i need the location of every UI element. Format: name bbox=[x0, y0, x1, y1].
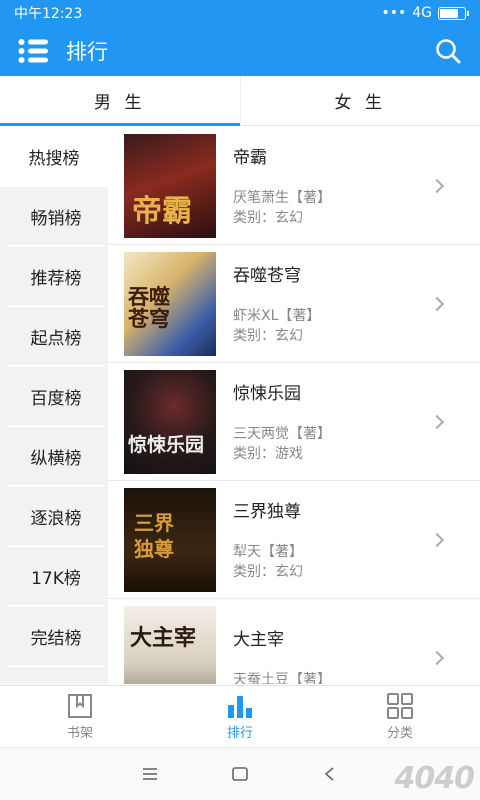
book-title: 帝霸 bbox=[233, 148, 267, 168]
tab-male[interactable]: 男 生 bbox=[0, 76, 240, 126]
cover-title: 三界独尊 bbox=[134, 510, 174, 561]
watermark-logo: 4040 bbox=[394, 761, 475, 796]
recents-button[interactable] bbox=[105, 767, 195, 781]
system-nav-bar: 4040 bbox=[0, 747, 480, 800]
book-title: 惊悚乐园 bbox=[233, 384, 301, 404]
book-item[interactable]: 大主宰 大主宰 天蚕土豆【著】 bbox=[108, 599, 480, 684]
book-author: 三天两觉【著】 bbox=[233, 426, 331, 442]
cover-title: 大主宰 bbox=[130, 624, 197, 651]
category-item[interactable]: 热搜榜 bbox=[0, 127, 108, 187]
back-button[interactable] bbox=[285, 766, 375, 782]
category-item[interactable]: 逐浪榜 bbox=[8, 487, 104, 547]
book-item[interactable]: 帝霸 帝霸 厌笔萧生【著】 类别：玄幻 bbox=[108, 127, 480, 245]
book-genre: 类别：游戏 bbox=[233, 446, 303, 462]
nav-label: 书架 bbox=[66, 725, 93, 741]
status-time: 中午12:23 bbox=[14, 6, 83, 22]
gender-tabs: 男 生 女 生 bbox=[0, 76, 480, 126]
category-item[interactable]: 推荐榜 bbox=[8, 247, 104, 307]
category-item[interactable]: 17K榜 bbox=[8, 547, 104, 607]
book-cover: 大主宰 bbox=[124, 605, 216, 684]
cover-title: 惊悚乐园 bbox=[128, 433, 205, 456]
book-item[interactable]: 三界独尊 三界独尊 犁天【著】 类别：玄幻 bbox=[108, 481, 480, 599]
book-cover: 帝霸 bbox=[124, 133, 216, 238]
category-sidebar: 热搜榜 畅销榜 推荐榜 起点榜 百度榜 纵横榜 逐浪榜 17K榜 完结榜 bbox=[0, 127, 108, 684]
cover-title: 吞噬苍穹 bbox=[128, 283, 170, 331]
nav-ranking[interactable]: 排行 bbox=[160, 686, 320, 747]
book-genre: 类别：玄幻 bbox=[233, 328, 303, 344]
book-genre: 类别：玄幻 bbox=[233, 210, 303, 226]
tab-female[interactable]: 女 生 bbox=[239, 76, 480, 125]
cover-title: 帝霸 bbox=[132, 193, 192, 229]
bottom-nav: 书架 排行 分类 bbox=[0, 685, 480, 747]
battery-icon bbox=[438, 6, 469, 20]
back-icon bbox=[324, 767, 334, 781]
book-item[interactable]: 吞噬苍穹 吞噬苍穹 虾米XL【著】 类别：玄幻 bbox=[108, 245, 480, 363]
book-author: 虾米XL【著】 bbox=[233, 308, 321, 324]
book-title: 大主宰 bbox=[233, 630, 284, 650]
book-cover: 三界独尊 bbox=[124, 487, 216, 592]
book-author: 厌笔萧生【著】 bbox=[233, 190, 331, 206]
nav-label: 排行 bbox=[226, 725, 253, 741]
app-bar: 排行 bbox=[0, 26, 480, 76]
status-icons: ••• 4G bbox=[381, 5, 469, 21]
home-square-icon bbox=[232, 767, 248, 781]
book-title: 吞噬苍穹 bbox=[233, 266, 301, 286]
category-item[interactable]: 完结榜 bbox=[8, 607, 104, 667]
bookshelf-icon bbox=[68, 693, 92, 718]
ranking-icon bbox=[228, 695, 252, 718]
menu-lines-icon bbox=[143, 768, 157, 780]
category-item[interactable]: 畅销榜 bbox=[8, 187, 104, 247]
dots-icon: ••• bbox=[381, 5, 407, 21]
book-cover: 惊悚乐园 bbox=[124, 369, 216, 474]
book-author: 犁天【著】 bbox=[233, 544, 303, 560]
book-genre: 类别：玄幻 bbox=[233, 564, 303, 580]
menu-icon[interactable] bbox=[18, 39, 48, 63]
search-icon[interactable] bbox=[434, 37, 462, 65]
book-author: 天蚕土豆【著】 bbox=[233, 672, 331, 684]
nav-label: 分类 bbox=[386, 725, 413, 741]
book-cover: 吞噬苍穹 bbox=[124, 251, 216, 356]
category-icon bbox=[387, 692, 413, 719]
book-info: 大主宰 天蚕土豆【著】 bbox=[233, 625, 480, 684]
status-bar: 中午12:23 ••• 4G bbox=[0, 0, 480, 26]
network-type: 4G bbox=[412, 5, 432, 21]
category-item[interactable]: 起点榜 bbox=[8, 307, 104, 367]
home-button[interactable] bbox=[195, 766, 285, 782]
nav-category[interactable]: 分类 bbox=[320, 686, 480, 747]
category-item[interactable]: 百度榜 bbox=[8, 367, 104, 427]
nav-bookshelf[interactable]: 书架 bbox=[0, 686, 160, 747]
book-title: 三界独尊 bbox=[233, 502, 301, 522]
page-title: 排行 bbox=[66, 40, 108, 64]
book-item[interactable]: 惊悚乐园 惊悚乐园 三天两觉【著】 类别：游戏 bbox=[108, 363, 480, 481]
book-list: 帝霸 帝霸 厌笔萧生【著】 类别：玄幻 吞噬苍穹 吞噬苍穹 虾米XL【著】 类别… bbox=[108, 127, 480, 684]
category-item[interactable]: 纵横榜 bbox=[8, 427, 104, 487]
